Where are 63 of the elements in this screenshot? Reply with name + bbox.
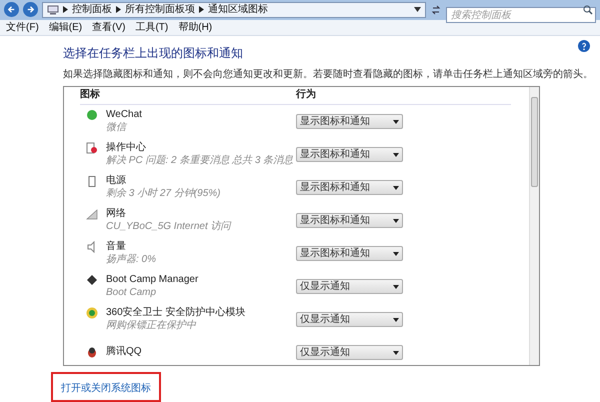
item-detail: 网购保镖正在保护中 xyxy=(106,320,198,332)
diamond-icon xyxy=(86,274,98,286)
item-name: 360安全卫士 安全防护中心模块 xyxy=(106,307,246,320)
scrollbar-thumb[interactable] xyxy=(531,97,538,187)
behavior-dropdown[interactable]: 仅显示通知 xyxy=(296,279,403,294)
breadcrumb-item[interactable]: 通知区域图标 xyxy=(208,2,268,18)
item-name: 腾讯QQ xyxy=(106,346,142,359)
item-name: 网络 xyxy=(106,208,127,220)
page-title: 选择在任务栏上出现的图标和通知 xyxy=(63,46,244,60)
caret-icon xyxy=(393,318,399,322)
item-name: 电源 xyxy=(106,175,127,188)
column-header: 行为 xyxy=(296,88,316,102)
chevron-right-icon xyxy=(116,6,121,14)
chevron-right-icon xyxy=(199,6,204,14)
item-name: WeChat xyxy=(106,109,142,122)
item-detail: 解决 PC 问题: 2 条重要消息 总共 3 条消息 xyxy=(106,154,294,167)
caret-icon xyxy=(393,252,399,256)
item-name: 音量 xyxy=(106,241,127,254)
behavior-dropdown[interactable]: 显示图标和通知 xyxy=(296,180,403,195)
scrollbar[interactable] xyxy=(529,87,539,365)
description-text: 如果选择隐藏图标和通知，则不会向您通知更改和更新。若要随时查看隐藏的图标，请单击任务栏上通知区域旁的箭头。 xyxy=(63,68,593,81)
caret-icon xyxy=(393,186,399,190)
behavior-dropdown[interactable]: 显示图标和通知 xyxy=(296,246,403,261)
behavior-dropdown[interactable]: 仅显示通知 xyxy=(296,312,403,327)
item-detail: 微信 xyxy=(106,122,128,134)
item-name: Boot Camp Manager xyxy=(106,274,198,286)
breadcrumb-item[interactable]: 控制面板 xyxy=(72,2,112,18)
signal-icon xyxy=(86,208,98,220)
behavior-dropdown[interactable]: 显示图标和通知 xyxy=(296,213,403,228)
back-button[interactable] xyxy=(4,2,19,18)
caret-icon xyxy=(393,218,399,222)
menu-item[interactable]: 查看(V) xyxy=(92,20,126,34)
item-name: 操作中心 xyxy=(106,142,147,154)
menu-item[interactable]: 文件(F) xyxy=(6,20,39,34)
menu-item[interactable]: 帮助(H) xyxy=(178,20,212,34)
refresh-icon[interactable] xyxy=(430,4,442,16)
chevron-right-icon xyxy=(63,6,68,14)
back-arrow-icon xyxy=(7,5,16,14)
caret-icon xyxy=(393,120,399,124)
item-detail: Boot Camp xyxy=(106,286,158,299)
system-icons-link[interactable]: 打开或关闭系统图标 xyxy=(61,383,151,394)
item-detail: CU_YBoC_5G Internet 访问 xyxy=(106,220,230,233)
search-icon xyxy=(583,4,593,15)
caret-icon xyxy=(393,152,399,156)
item-detail: 剩余 3 小时 27 分钟(95%) xyxy=(106,188,220,200)
column-header: 图标 xyxy=(80,88,101,102)
behavior-dropdown[interactable]: 仅显示通知 xyxy=(296,345,403,360)
menu-item[interactable]: 编辑(E) xyxy=(48,20,82,34)
forward-arrow-icon xyxy=(26,5,35,14)
dropdown-caret-icon[interactable] xyxy=(414,7,421,12)
behavior-dropdown[interactable]: 显示图标和通知 xyxy=(296,147,403,162)
caret-icon xyxy=(393,284,399,288)
menu-item[interactable]: 工具(T) xyxy=(135,20,168,34)
search-field[interactable]: 搜索控制面板 xyxy=(446,7,596,24)
behavior-dropdown[interactable]: 显示图标和通知 xyxy=(296,114,403,129)
computer-icon xyxy=(47,4,59,15)
item-detail: 扬声器: 0% xyxy=(106,254,156,266)
address-bar[interactable]: 控制面板 所有控制面板项 通知区域图标 xyxy=(42,2,426,18)
breadcrumb-item[interactable]: 所有控制面板项 xyxy=(125,2,195,18)
help-icon[interactable] xyxy=(578,40,590,52)
caret-icon xyxy=(393,350,399,354)
forward-button[interactable] xyxy=(23,2,38,18)
battery-icon xyxy=(86,175,98,187)
